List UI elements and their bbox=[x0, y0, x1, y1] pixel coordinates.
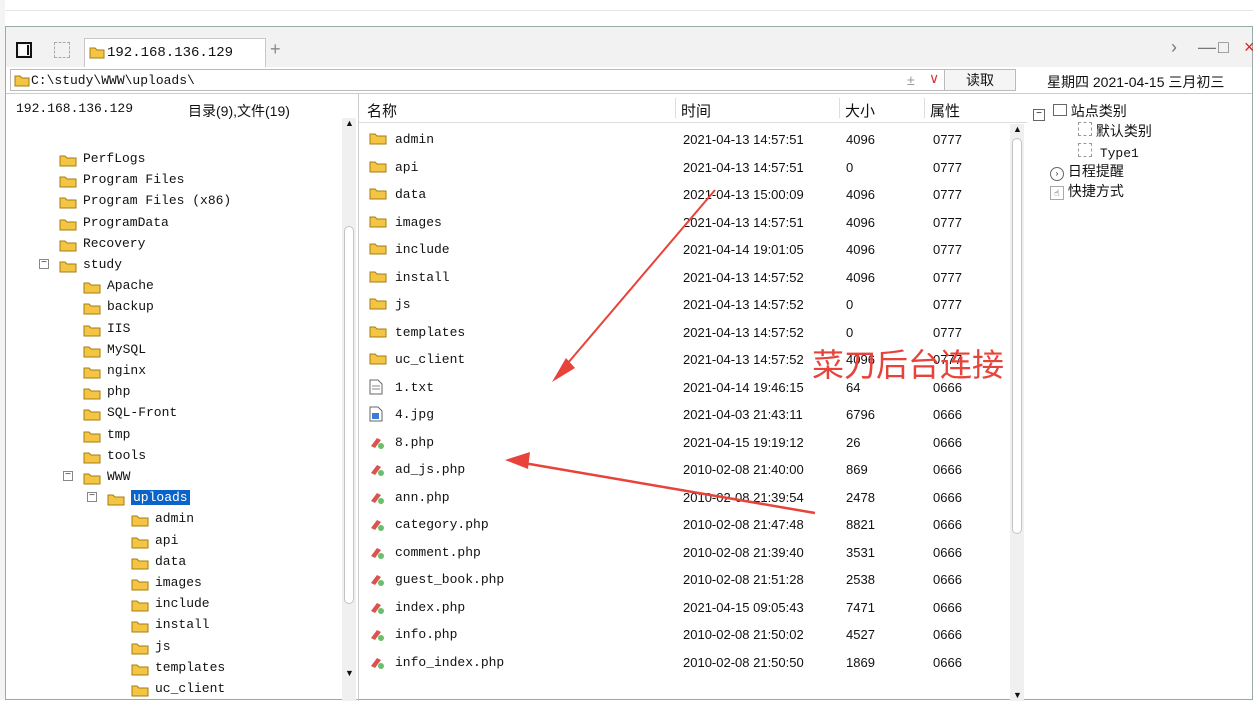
arrow-head bbox=[552, 358, 575, 382]
arrow-line bbox=[555, 189, 716, 378]
annotation-arrows bbox=[505, 189, 816, 515]
annotation-text: 菜刀后台连接 bbox=[812, 346, 1005, 384]
arrow-line bbox=[511, 459, 816, 515]
arrow-head bbox=[505, 452, 530, 469]
